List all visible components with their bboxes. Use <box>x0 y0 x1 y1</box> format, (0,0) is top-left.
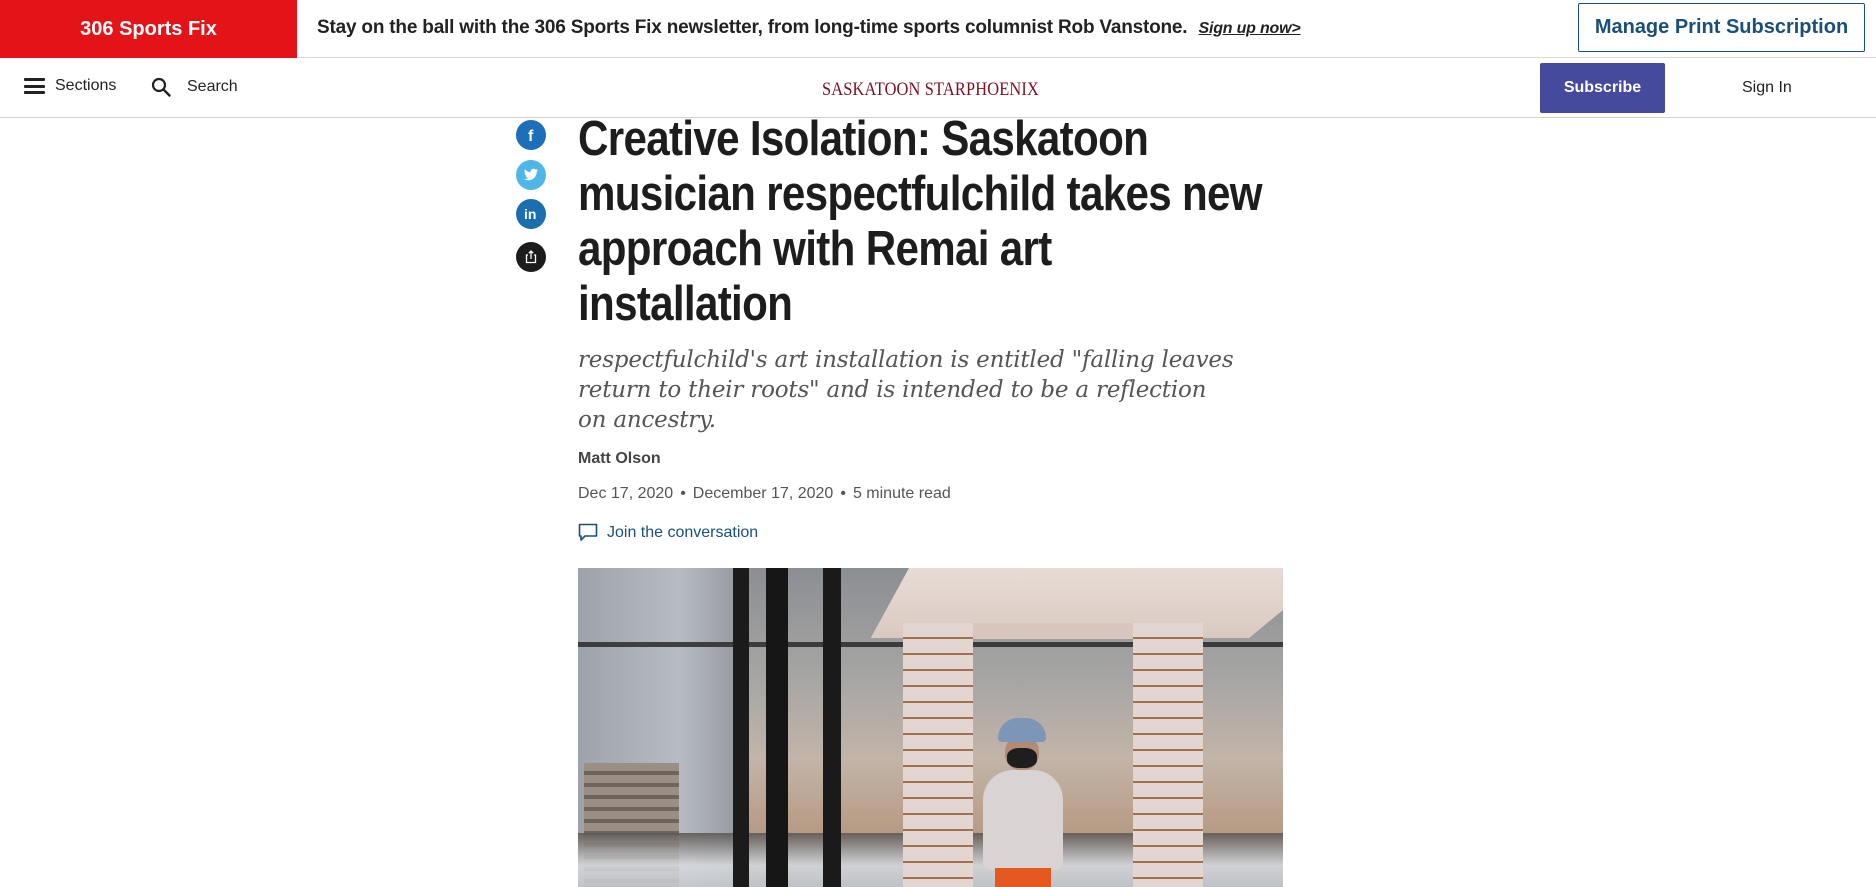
promo-badge[interactable]: 306 Sports Fix <box>0 0 297 58</box>
share-icon <box>525 250 537 264</box>
article-meta: Dec 17, 2020 • December 17, 2020 • 5 minute … <box>578 485 951 503</box>
site-logo[interactable]: SASKATOON STARPHOENIX <box>822 78 1039 106</box>
newsletter-promo-bar: 306 Sports Fix Stay on the ball with the… <box>0 0 1876 58</box>
site-header: Sections Search SASKATOON STARPHOENIX Su… <box>0 59 1876 118</box>
search-label: Search <box>187 78 238 95</box>
published-date: Dec 17, 2020 <box>578 485 674 502</box>
installation-pillar <box>903 623 973 887</box>
sign-up-link[interactable]: Sign up now> <box>1198 20 1300 37</box>
article-subheadline: respectfulchild's art installation is en… <box>578 347 1234 433</box>
search-button[interactable]: Search <box>151 77 238 97</box>
manage-print-subscription-button[interactable]: Manage Print Subscription <box>1578 3 1865 52</box>
article-headline: Creative Isolation: Saskatoon musician r… <box>578 112 1263 331</box>
separator-dot: • <box>680 485 686 502</box>
sections-menu-button[interactable]: Sections <box>24 77 116 95</box>
separator-dot: • <box>840 485 846 502</box>
installation-pillar <box>1133 623 1203 887</box>
search-icon <box>151 77 171 97</box>
subscribe-button[interactable]: Subscribe <box>1540 63 1665 113</box>
promo-message: Stay on the ball with the 306 Sports Fix… <box>317 17 1301 39</box>
updated-date: December 17, 2020 <box>692 485 834 502</box>
read-time: 5 minute read <box>852 485 951 502</box>
svg-text:f: f <box>528 128 534 143</box>
svg-text:SASKATOON STARPHOENIX: SASKATOON STARPHOENIX <box>822 79 1039 100</box>
more-share-button[interactable] <box>516 242 546 272</box>
linkedin-icon: in <box>524 206 536 222</box>
author-name[interactable]: Matt Olson <box>578 450 661 468</box>
join-conversation-link[interactable]: Join the conversation <box>578 523 758 542</box>
saskatoon-starphoenix-logo: SASKATOON STARPHOENIX <box>822 79 1039 100</box>
article-hero-image[interactable] <box>578 568 1283 887</box>
hamburger-menu-icon <box>24 78 45 94</box>
sign-in-link[interactable]: Sign In <box>1742 79 1792 97</box>
comment-icon <box>578 523 598 541</box>
promo-message-text: Stay on the ball with the 306 Sports Fix… <box>317 17 1188 38</box>
facebook-share-button[interactable]: f <box>516 120 546 150</box>
musician-figure <box>983 718 1063 887</box>
sections-label: Sections <box>55 77 117 94</box>
twitter-icon <box>523 168 538 181</box>
join-conversation-label: Join the conversation <box>607 523 759 541</box>
linkedin-share-button[interactable]: in <box>516 199 546 229</box>
facebook-icon: f <box>528 128 534 143</box>
twitter-share-button[interactable] <box>516 160 546 190</box>
svg-text:in: in <box>524 206 536 222</box>
